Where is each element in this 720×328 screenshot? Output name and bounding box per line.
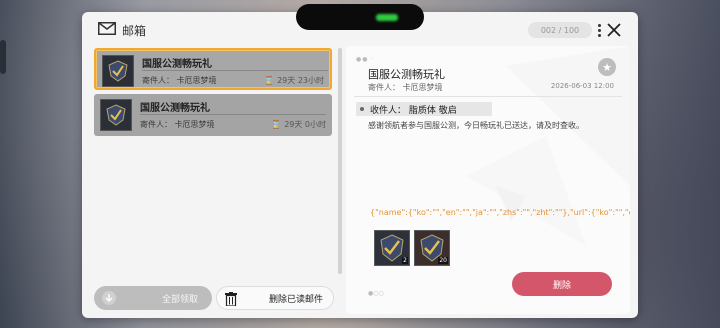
detail-body: 感谢领航者参与国服公测，今日畅玩礼已送达，请及时查收。 xyxy=(368,121,584,130)
attachment-item[interactable]: 2 xyxy=(374,230,410,266)
mail-sender: 寄件人： 卡厄思梦境 xyxy=(140,120,215,129)
mail-list-item[interactable]: 国服公测畅玩礼 寄件人： 卡厄思梦境 ⌛ 29天 23小时 xyxy=(94,48,332,90)
detail-date: 2026-06-03 12:00 xyxy=(550,82,614,90)
mail-thumbnail xyxy=(100,99,132,131)
claim-all-label: 全部领取 xyxy=(161,294,198,305)
battery-icon xyxy=(376,13,399,21)
hourglass-icon: ⌛ xyxy=(264,76,275,85)
status-notch xyxy=(296,4,424,30)
mail-list-scrollbar[interactable] xyxy=(338,48,342,274)
mail-list-item[interactable]: 国服公测畅玩礼 寄件人： 卡厄思梦境 ⌛ 29天 0小时 xyxy=(94,94,332,136)
scrollbar-thumb[interactable] xyxy=(338,48,342,274)
detail-title: 国服公测畅玩礼 xyxy=(368,68,445,81)
detail-divider xyxy=(354,96,622,97)
decorative-dots: ●● · xyxy=(356,56,375,63)
window-title: 邮箱 xyxy=(122,24,147,38)
attachment-item[interactable]: 20 xyxy=(414,230,450,266)
trash-icon xyxy=(225,292,237,306)
mail-title: 国服公测畅玩礼 xyxy=(140,103,210,114)
star-favorite-icon[interactable]: ★ xyxy=(598,58,616,76)
attachment-count: 2 xyxy=(402,257,408,264)
left-edge-handle xyxy=(0,40,6,74)
more-options-icon[interactable] xyxy=(598,24,602,38)
delete-read-button[interactable]: 删除已读邮件 xyxy=(216,286,334,310)
mail-expiry: ⌛ 29天 23小时 xyxy=(264,76,324,85)
attachment-count: 20 xyxy=(438,257,448,264)
download-arrow-icon xyxy=(102,291,116,305)
detail-sender: 寄件人： 卡厄思梦境 xyxy=(368,83,443,92)
mail-sender: 寄件人： 卡厄思梦境 xyxy=(142,76,217,85)
delete-mail-button[interactable]: 删除 xyxy=(512,272,612,296)
mail-counter: 002 / 100 xyxy=(528,22,592,38)
mailbox-window: 邮箱 002 / 100 国服公测畅玩礼 寄件人： 卡厄思梦境 ⌛ 29天 23小… xyxy=(82,12,638,318)
mail-icon xyxy=(98,22,116,35)
recipient-bar: 收件人： 脂质体 敬启 xyxy=(356,102,492,116)
mail-list-panel: 国服公测畅玩礼 寄件人： 卡厄思梦境 ⌛ 29天 23小时 国服公测畅玩礼 寄件人… xyxy=(90,46,338,314)
hourglass-icon: ⌛ xyxy=(271,120,282,129)
mail-divider xyxy=(142,70,328,71)
mail-detail-panel: ●● · 国服公测畅玩礼 寄件人： 卡厄思梦境 2026-06-03 12:00… xyxy=(346,46,630,314)
mail-divider xyxy=(140,114,326,115)
mail-thumbnail xyxy=(102,55,134,87)
raw-json-text: {"name":{"ko":"","en":"","ja":"","zhs":"… xyxy=(370,208,630,217)
mail-title: 国服公测畅玩礼 xyxy=(142,59,212,70)
shield-emblem-icon xyxy=(106,104,126,126)
delete-read-label: 删除已读邮件 xyxy=(268,294,323,305)
mail-expiry: ⌛ 29天 0小时 xyxy=(271,120,326,129)
claim-all-button[interactable]: 全部领取 xyxy=(94,286,212,310)
footer-dots: ●○○ xyxy=(368,290,384,297)
shield-emblem-icon xyxy=(108,60,128,82)
close-icon[interactable] xyxy=(606,22,622,38)
